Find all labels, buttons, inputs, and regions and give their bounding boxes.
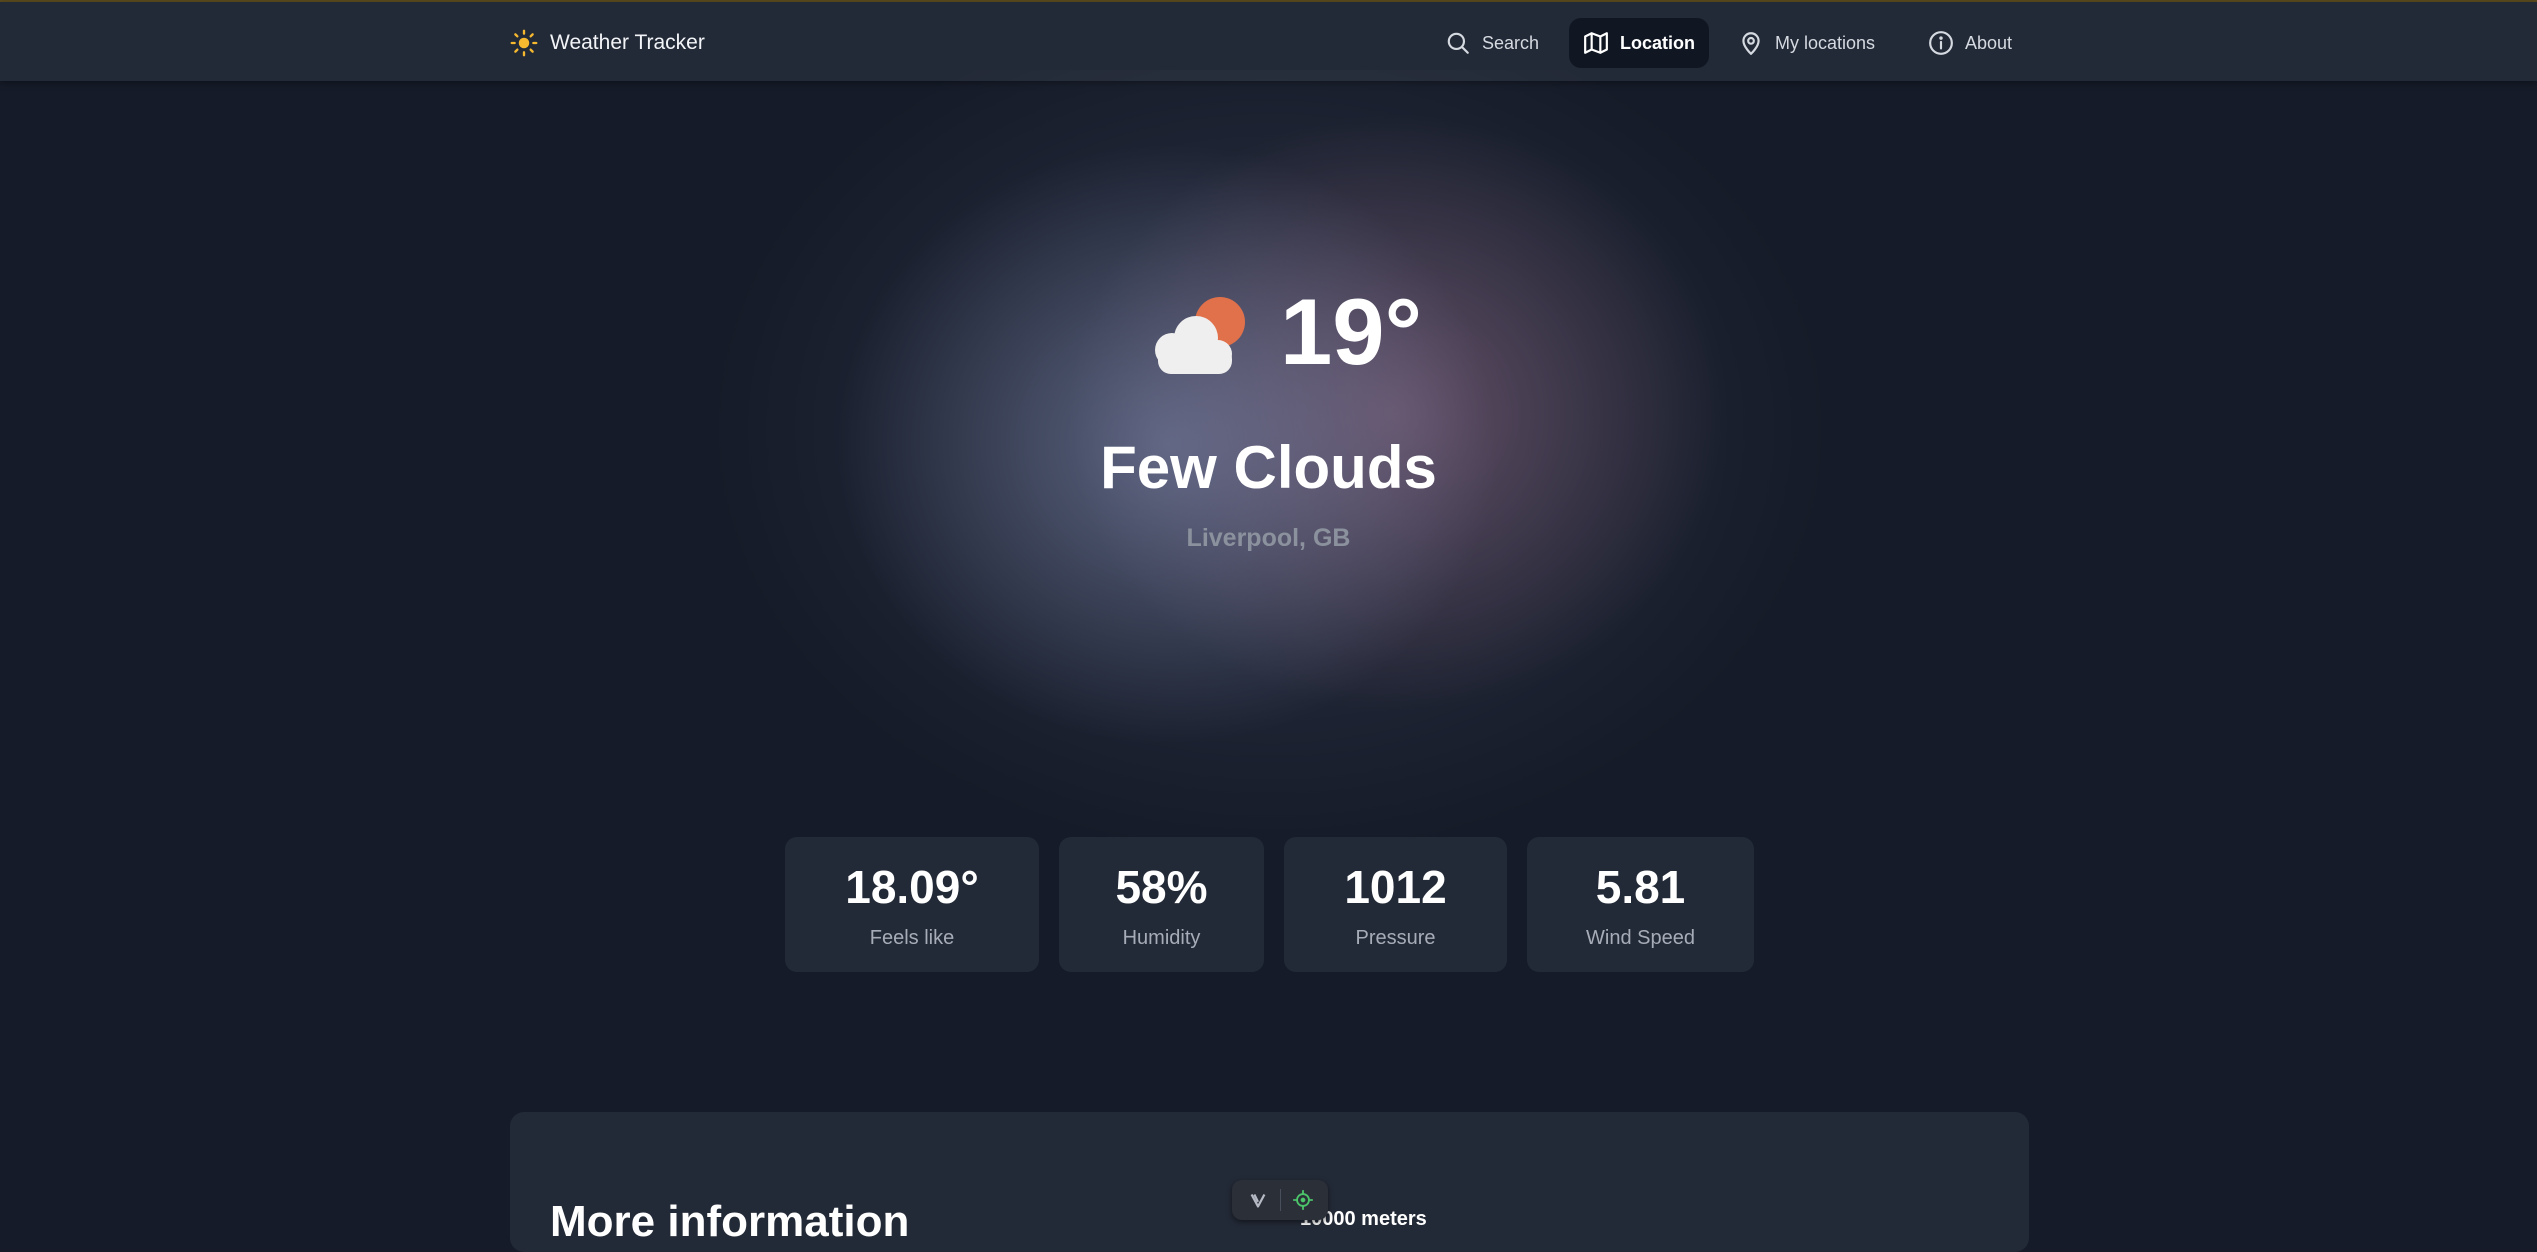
info-icon: [1929, 31, 1953, 55]
stat-label: Pressure: [1355, 927, 1436, 949]
location-name: Liverpool, GB: [1186, 524, 1351, 552]
weather-condition: Few Clouds: [1100, 434, 1437, 501]
stat-card-pressure: 1012 Pressure: [1284, 837, 1507, 972]
search-icon: [1447, 32, 1469, 54]
sun-icon: [510, 29, 538, 57]
more-information-title: More information: [550, 1197, 910, 1246]
stat-value: 58%: [1115, 861, 1208, 913]
map-controls-divider: [1279, 1189, 1281, 1211]
stat-label: Humidity: [1122, 927, 1201, 949]
stat-value: 1012: [1344, 861, 1447, 913]
nav-location-label: Location: [1620, 32, 1695, 53]
nav-my-locations[interactable]: My locations: [1724, 18, 1889, 68]
nav-location[interactable]: Location: [1569, 18, 1709, 68]
stat-card-wind-speed: 5.81 Wind Speed: [1527, 837, 1754, 972]
nav-about[interactable]: About: [1914, 18, 2026, 68]
stat-value: 5.81: [1595, 861, 1686, 913]
nav-search[interactable]: Search: [1431, 18, 1553, 68]
stat-value: 18.09°: [845, 861, 979, 913]
map-icon: [1584, 32, 1608, 54]
nav-about-label: About: [1965, 32, 2013, 53]
stat-label: Feels like: [869, 927, 955, 949]
map-controls: [1232, 1180, 1328, 1220]
app-title: Weather Tracker: [550, 31, 705, 54]
stat-label: Wind Speed: [1586, 927, 1695, 949]
stat-card-feels-like: 18.09° Feels like: [785, 837, 1039, 972]
current-temperature: 19°: [1280, 279, 1423, 384]
crosshair-icon[interactable]: [1292, 1189, 1314, 1211]
chevron-down-icon[interactable]: [1247, 1189, 1269, 1211]
nav-search-label: Search: [1482, 32, 1540, 53]
few-clouds-icon: [1155, 297, 1245, 374]
brand[interactable]: Weather Tracker: [510, 26, 705, 60]
nav-my-locations-label: My locations: [1775, 32, 1876, 53]
map-pin-icon: [1742, 32, 1760, 55]
stat-card-humidity: 58% Humidity: [1059, 837, 1264, 972]
